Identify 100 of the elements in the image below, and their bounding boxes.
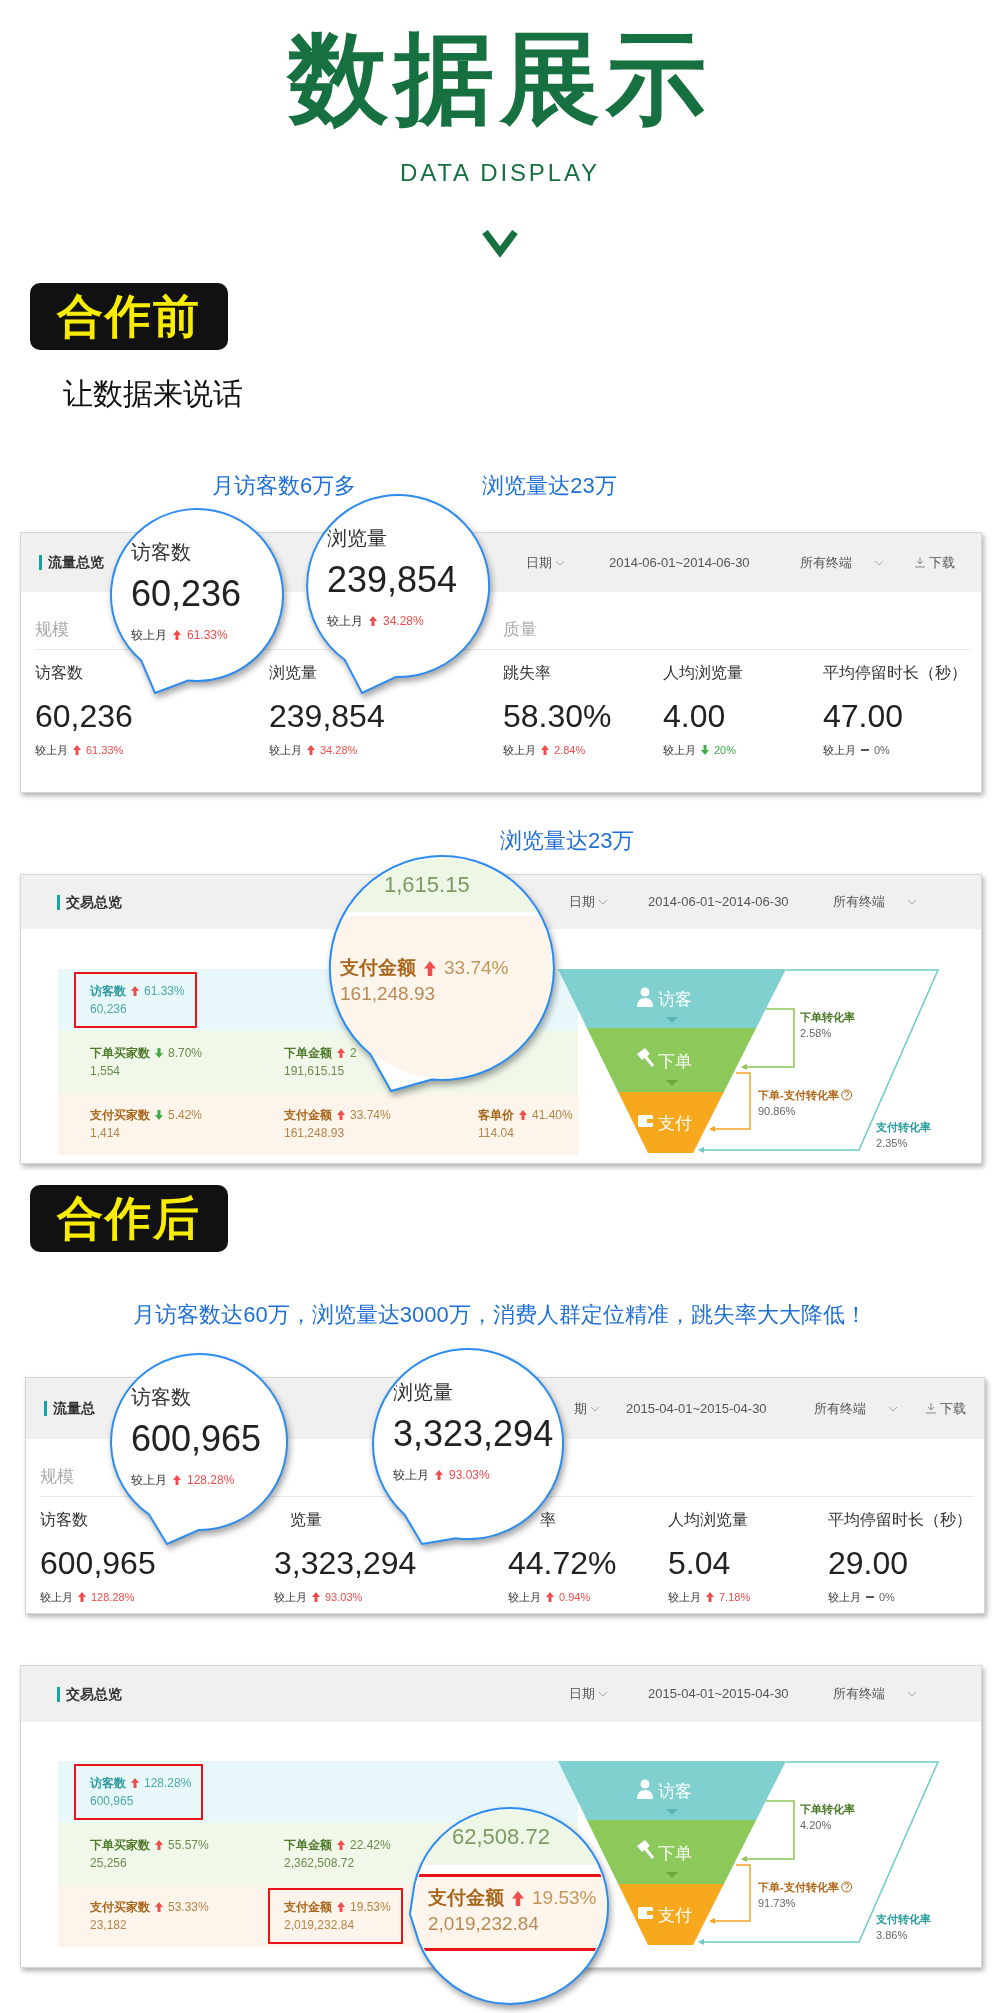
- change-value: 61.33%: [144, 983, 185, 999]
- caption: 浏览量达23万: [500, 827, 635, 855]
- bubble-value: 60,236: [131, 572, 242, 616]
- metric-value: 29.00: [828, 1544, 909, 1583]
- metric-label: 人均浏览量: [663, 663, 743, 683]
- chevron-down-icon: [888, 1405, 898, 1412]
- caption: 月访客数6万多: [212, 472, 357, 500]
- cell-value: 1,554: [90, 1063, 122, 1079]
- date-range: 2014-06-01~2014-06-30: [609, 554, 750, 570]
- caption: 月访客数达60万，浏览量达3000万，消费人群定位精准，跳失率大大降低！: [133, 1301, 867, 1329]
- magnified-label: 支付金额: [340, 956, 416, 980]
- rate-value: 3.86%: [876, 1929, 908, 1941]
- compare-label: 较上月: [503, 743, 536, 758]
- change-value: 34.28%: [383, 613, 424, 629]
- rate-label: 下单-支付转化率: [758, 1881, 839, 1893]
- magnified-value: 2,019,232.84: [428, 1912, 539, 1936]
- date-range: 2015-04-01~2015-04-30: [626, 1400, 767, 1416]
- compare-label: 较上月: [508, 1590, 541, 1605]
- cell-label: 访客数: [90, 1775, 126, 1791]
- change-value: 2: [350, 1045, 357, 1061]
- section-badge: 合作前: [30, 283, 228, 350]
- chevron-down-icon: [907, 1691, 917, 1697]
- compare-label: 较上月: [327, 613, 363, 629]
- metric-label: 率: [539, 1510, 556, 1530]
- device-dropdown[interactable]: 所有终端: [833, 892, 917, 912]
- change-value: 93.03%: [449, 1467, 490, 1483]
- change-value: 2.84%: [554, 743, 586, 758]
- magnified-value: 161,248.93: [340, 982, 436, 1006]
- date-dropdown[interactable]: 日期: [569, 1684, 608, 1704]
- change-value: 93.03%: [325, 1590, 363, 1605]
- metric-label: 平均停留时长（秒）: [828, 1510, 972, 1530]
- download-button[interactable]: 下载: [926, 1398, 966, 1419]
- title-accent-bar: [44, 1401, 47, 1416]
- date-dropdown[interactable]: 日期: [569, 892, 608, 912]
- cell-value: 1,414: [90, 1125, 122, 1141]
- change-value: 8.70%: [168, 1045, 203, 1061]
- bubble-label: 浏览量: [327, 526, 387, 551]
- compare-label: 较上月: [40, 1590, 73, 1605]
- rate-value: 90.86%: [758, 1105, 796, 1117]
- compare-label: 较上月: [823, 743, 856, 758]
- compare-label: 较上月: [668, 1590, 701, 1605]
- metric-value: 47.00: [823, 697, 904, 736]
- metric-label: 访客数: [40, 1510, 88, 1530]
- title-accent-bar: [39, 555, 42, 570]
- chevron-down-icon: [874, 559, 884, 566]
- chevron-down-icon: [598, 1691, 608, 1697]
- chevron-down-icon: [598, 899, 608, 905]
- rate-label: 下单转化率: [800, 1803, 855, 1815]
- change-value: 0%: [874, 743, 890, 758]
- change-value: 53.33%: [168, 1899, 209, 1915]
- rate-label: 下单-支付转化率: [758, 1089, 839, 1101]
- date-dropdown[interactable]: 日期: [526, 552, 565, 573]
- chevron-down-icon: [555, 559, 565, 566]
- cell-label: 支付金额: [284, 1899, 332, 1915]
- hammer-icon: [637, 1840, 655, 1859]
- panel-title: 流量总览: [48, 553, 104, 572]
- bubble-value: 239,854: [327, 558, 458, 602]
- change-value: 33.74%: [350, 1107, 391, 1123]
- cell-value: 114.04: [478, 1125, 515, 1141]
- date-dropdown[interactable]: 期: [574, 1398, 600, 1419]
- change-value: 19.53%: [350, 1899, 391, 1915]
- magnified-value: 62,508.72: [452, 1824, 550, 1849]
- date-range: 2014-06-01~2014-06-30: [648, 894, 789, 910]
- title-accent-bar: [57, 894, 60, 910]
- download-button[interactable]: 下载: [915, 552, 955, 573]
- device-dropdown[interactable]: 所有终端: [814, 1398, 898, 1419]
- compare-label: 较上月: [663, 743, 696, 758]
- bubble-value: 3,323,294: [393, 1412, 554, 1456]
- stage-label: 下单: [658, 1844, 692, 1863]
- magnified-change: 33.74%: [444, 956, 509, 980]
- rate-value: 2.35%: [876, 1137, 908, 1149]
- download-icon: [926, 1403, 936, 1414]
- compare-label: 较上月: [131, 1472, 167, 1488]
- compare-label: 较上月: [393, 1467, 429, 1483]
- bubble-label: 访客数: [131, 540, 191, 565]
- cell-label: 下单买家数: [90, 1837, 150, 1853]
- title-accent-bar: [57, 1686, 60, 1702]
- stage-label: 下单: [658, 1052, 692, 1071]
- stage-label: 支付: [658, 1906, 692, 1925]
- caption: 浏览量达23万: [482, 472, 617, 500]
- device-dropdown[interactable]: 所有终端: [833, 1684, 917, 1704]
- compare-label: 较上月: [274, 1590, 307, 1605]
- change-value: 0%: [879, 1590, 895, 1605]
- change-value: 22.42%: [350, 1837, 391, 1853]
- chevron-down-icon: [590, 1405, 600, 1412]
- change-value: 128.28%: [187, 1472, 235, 1488]
- change-value: 5.42%: [168, 1107, 203, 1123]
- panel-title: 流量总: [53, 1399, 95, 1418]
- section-badge: 合作后: [30, 1185, 228, 1252]
- group-title: 质量: [503, 619, 537, 641]
- panel-title: 交易总览: [66, 1684, 122, 1704]
- metric-value: 4.00: [663, 697, 726, 736]
- rate-value: 2.58%: [800, 1027, 832, 1039]
- device-dropdown[interactable]: 所有终端: [800, 552, 884, 573]
- change-value: 34.28%: [320, 743, 358, 758]
- cell-label: 支付买家数: [90, 1107, 150, 1123]
- page-subtitle: DATA DISPLAY: [400, 158, 600, 188]
- person-icon: [637, 987, 653, 1007]
- rate-value: 4.20%: [800, 1819, 832, 1831]
- download-icon: [915, 557, 925, 568]
